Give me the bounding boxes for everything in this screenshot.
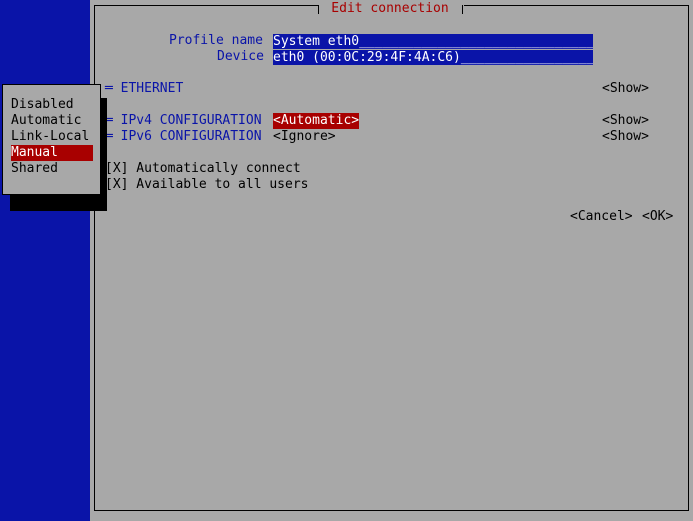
ipv6-method-button[interactable]: <Ignore> <box>273 129 336 145</box>
ethernet-section-label: ═ ETHERNET <box>105 81 184 96</box>
ipv6-show-button[interactable]: <Show> <box>602 129 649 145</box>
popup-item-shared[interactable]: Shared <box>11 161 93 177</box>
popup-shadow-bottom <box>10 193 107 211</box>
edit-connection-window: Edit connection Profile name System eth0… <box>90 0 693 521</box>
frame-top-left <box>94 5 318 6</box>
frame-tick-left <box>318 5 319 14</box>
profile-name-label: Profile name <box>169 33 263 48</box>
popup-item-disabled[interactable]: Disabled <box>11 97 93 113</box>
ipv4-method-popup: Disabled Automatic Link-Local Manual Sha… <box>2 84 101 195</box>
ethernet-show-button[interactable]: <Show> <box>602 81 649 97</box>
frame-top-right <box>464 5 688 6</box>
popup-item-link-local[interactable]: Link-Local <box>11 129 93 145</box>
auto-connect-checkbox[interactable]: [X] Automatically connect <box>105 161 301 177</box>
cancel-button[interactable]: <Cancel> <box>570 209 633 225</box>
ipv4-section-label: ═ IPv4 CONFIGURATION <box>105 113 262 128</box>
ipv6-section-label: ═ IPv6 CONFIGURATION <box>105 129 262 144</box>
device-label: Device <box>217 49 264 64</box>
profile-name-input[interactable]: System eth0_____________________________… <box>273 34 593 49</box>
ok-button[interactable]: <OK> <box>642 209 673 225</box>
dialog-title: Edit connection <box>331 1 449 16</box>
ipv4-show-button[interactable]: <Show> <box>602 113 649 129</box>
all-users-checkbox[interactable]: [X] Available to all users <box>105 177 309 193</box>
frame-tick-right <box>462 5 463 14</box>
ipv4-method-button[interactable]: <Automatic> <box>273 113 360 129</box>
popup-item-manual[interactable]: Manual <box>11 145 93 161</box>
popup-item-automatic[interactable]: Automatic <box>11 113 93 129</box>
device-input[interactable]: eth0 (00:0C:29:4F:4A:C6)________________… <box>273 50 593 65</box>
